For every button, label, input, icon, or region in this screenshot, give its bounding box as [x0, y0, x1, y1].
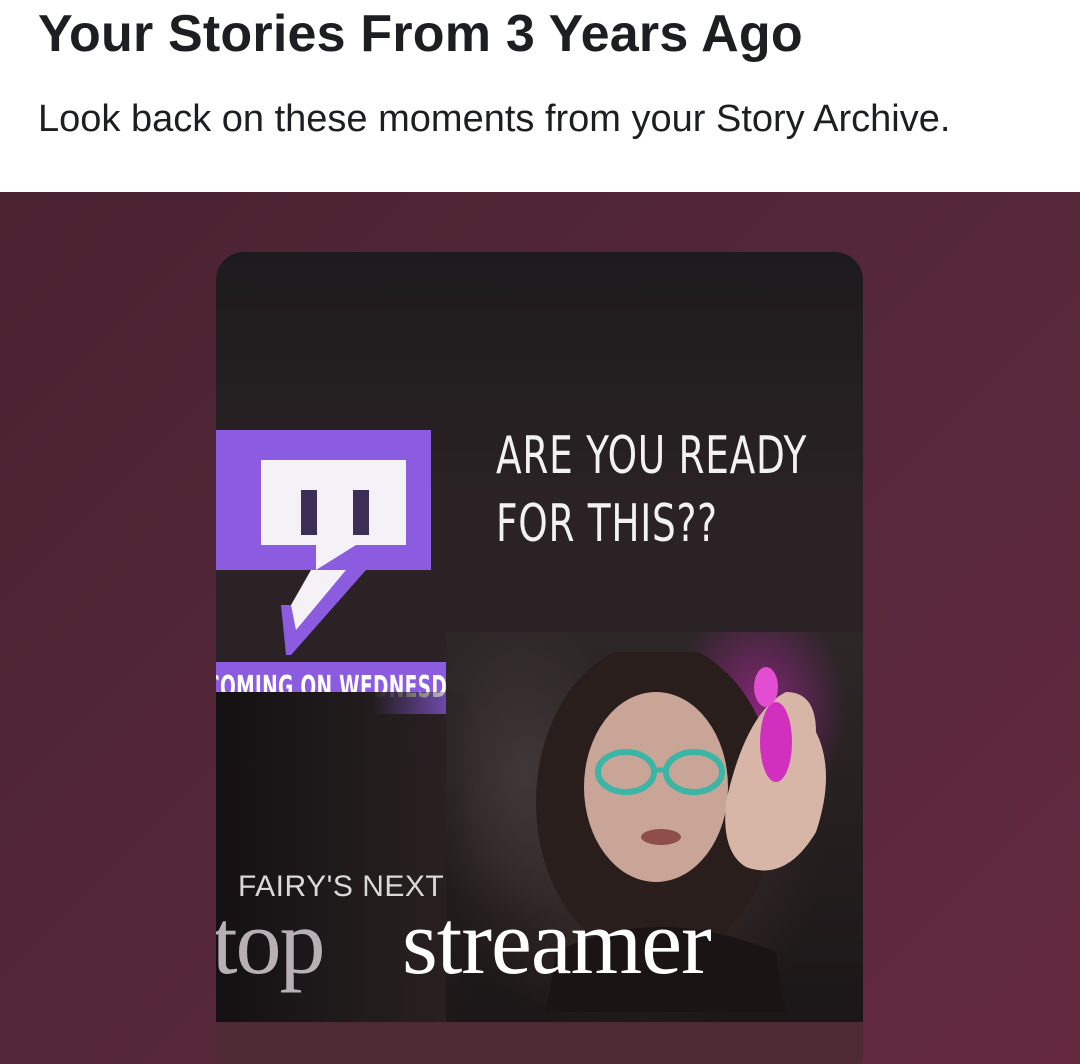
- memory-background: ARE YOU READY FOR THIS?? COMING ON WEDNE…: [0, 192, 1080, 1064]
- caption-streamer: streamer: [402, 891, 712, 993]
- story-card[interactable]: ARE YOU READY FOR THIS?? COMING ON WEDNE…: [216, 252, 863, 1064]
- headline-line-2: FOR THIS??: [496, 494, 718, 554]
- memory-header: Your Stories From 3 Years Ago Look back …: [0, 0, 1080, 192]
- story-headline: ARE YOU READY FOR THIS??: [496, 422, 808, 558]
- caption-top: top: [216, 891, 326, 993]
- page-subtitle: Look back on these moments from your Sto…: [38, 98, 951, 140]
- headline-line-1: ARE YOU READY: [496, 426, 808, 486]
- story-bottom-strip: [216, 1022, 863, 1064]
- page-title: Your Stories From 3 Years Ago: [38, 5, 803, 63]
- twitch-logo-icon: [216, 430, 431, 655]
